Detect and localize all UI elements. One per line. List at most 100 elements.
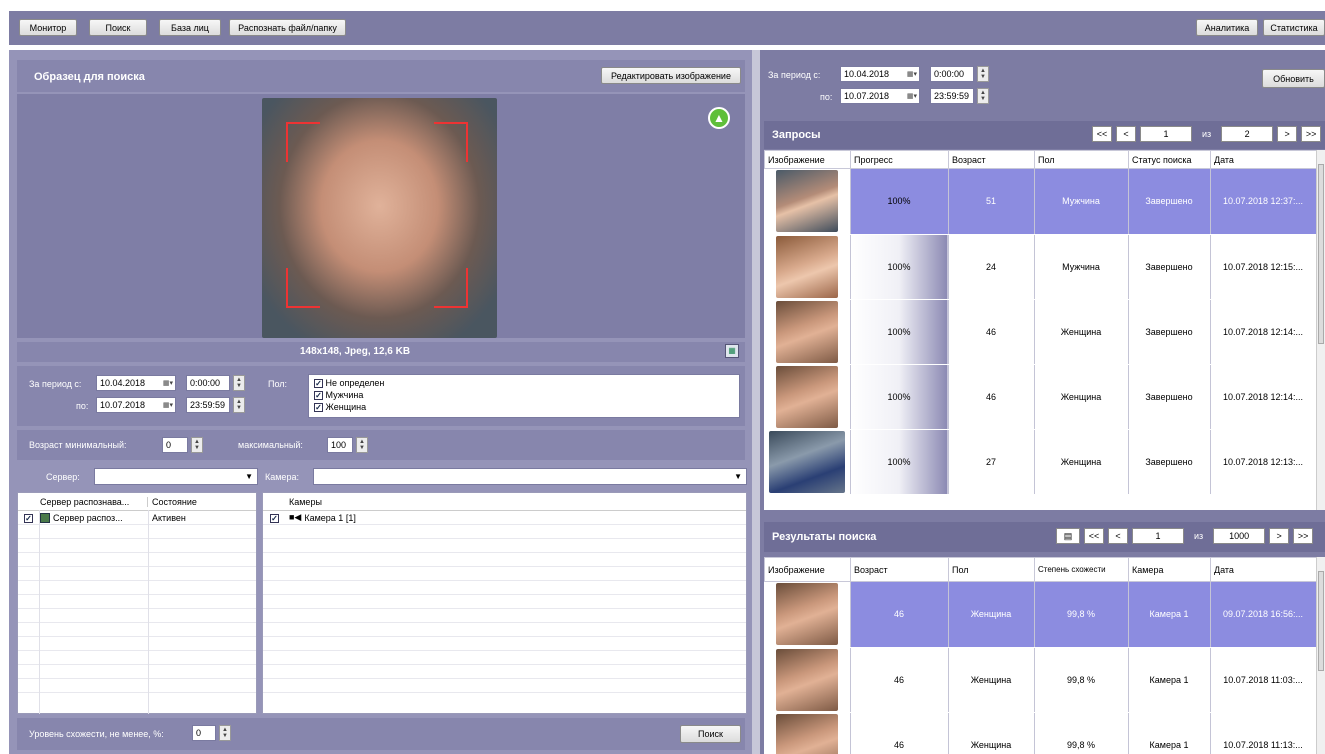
table-row[interactable]: 100% 24 Мужчина Завершено 10.07.2018 12:… bbox=[764, 234, 1316, 300]
col-header[interactable]: Возраст bbox=[850, 557, 949, 582]
age-max-field[interactable]: 100 bbox=[327, 437, 353, 453]
search-button[interactable]: Поиск bbox=[680, 725, 741, 743]
next-page-button[interactable]: > bbox=[1269, 528, 1290, 544]
calendar-icon[interactable]: ▦▾ bbox=[163, 379, 175, 387]
checkbox[interactable]: ✓ bbox=[314, 379, 323, 389]
request-thumbnail bbox=[768, 430, 845, 493]
table-row[interactable]: 46 Женщина 99,8 % Камера 1 10.07.2018 11… bbox=[764, 647, 1316, 713]
right-from-date-field[interactable]: 10.04.2018 ▦▾ bbox=[840, 66, 920, 82]
server-col-name[interactable]: Сервер распознава... bbox=[40, 496, 148, 507]
age-min-spinner[interactable]: ▲ ▼ bbox=[191, 437, 203, 453]
server-col-state[interactable]: Состояние bbox=[148, 497, 197, 507]
age-max-spinner[interactable]: ▲ ▼ bbox=[356, 437, 368, 453]
last-page-button[interactable]: >> bbox=[1301, 126, 1322, 142]
table-row[interactable]: 100% 51 Мужчина Завершено 10.07.2018 12:… bbox=[764, 169, 1316, 235]
age-cell: 46 bbox=[850, 647, 949, 713]
search-tab-button[interactable]: Поиск bbox=[89, 19, 147, 36]
from-time-spinner[interactable]: ▲ ▼ bbox=[233, 375, 245, 391]
col-header[interactable]: Статус поиска bbox=[1128, 150, 1211, 169]
age-min-field[interactable]: 0 bbox=[162, 437, 188, 453]
gender-option-undefined[interactable]: ✓ Не определен bbox=[314, 377, 734, 389]
to-time-field[interactable]: 23:59:59 bbox=[186, 397, 230, 413]
first-page-button[interactable]: << bbox=[1092, 126, 1112, 142]
refresh-button[interactable]: Обновить bbox=[1262, 69, 1325, 88]
table-row[interactable]: 100% 46 Женщина Завершено 10.07.2018 12:… bbox=[764, 364, 1316, 430]
splitter[interactable] bbox=[752, 50, 760, 754]
age-cell: 46 bbox=[850, 582, 949, 648]
last-page-button[interactable]: >> bbox=[1293, 528, 1314, 544]
col-header[interactable]: Прогресс bbox=[850, 150, 949, 169]
calendar-icon[interactable]: ▦▾ bbox=[907, 92, 919, 100]
col-header[interactable]: Возраст bbox=[948, 150, 1035, 169]
age-min-label: Возраст минимальный: bbox=[29, 440, 127, 450]
to-date-field[interactable]: 10.07.2018 ▦▾ bbox=[96, 397, 176, 413]
table-row[interactable]: 100% 27 Женщина Завершено 10.07.2018 12:… bbox=[764, 429, 1316, 495]
prev-page-button[interactable]: < bbox=[1116, 126, 1136, 142]
right-to-time-value: 23:59:59 bbox=[934, 91, 970, 101]
server-row[interactable]: ✓ Сервер распоз... Активен bbox=[18, 511, 256, 525]
monitor-button[interactable]: Монитор bbox=[19, 19, 77, 36]
to-time-spinner[interactable]: ▲ ▼ bbox=[233, 397, 245, 413]
export-icon[interactable]: ▤ bbox=[1056, 528, 1080, 544]
next-page-button[interactable]: > bbox=[1277, 126, 1298, 142]
gender-cell: Женщина bbox=[948, 647, 1035, 713]
similarity-field[interactable]: 0 bbox=[192, 725, 216, 741]
results-scrollbar[interactable] bbox=[1316, 557, 1325, 754]
col-header[interactable]: Изображение bbox=[764, 557, 851, 582]
scrollbar-thumb[interactable] bbox=[1318, 164, 1324, 344]
camera-row[interactable]: ✓ ■◀ Камера 1 [1] bbox=[263, 511, 746, 525]
right-from-time-field[interactable]: 0:00:00 bbox=[930, 66, 974, 82]
server-list-header: Сервер распознава... Состояние bbox=[18, 493, 256, 511]
right-from-time-spinner[interactable]: ▲ ▼ bbox=[977, 66, 989, 82]
table-row[interactable]: 46 Женщина 99,8 % Камера 1 10.07.2018 11… bbox=[764, 712, 1316, 754]
server-icon bbox=[40, 512, 50, 523]
save-image-icon[interactable]: ▦ bbox=[725, 344, 739, 358]
statistics-button[interactable]: Статистика bbox=[1263, 19, 1325, 36]
checkbox[interactable]: ✓ bbox=[314, 391, 323, 401]
checkbox[interactable]: ✓ bbox=[270, 513, 279, 523]
server-select[interactable]: ▼ bbox=[94, 468, 258, 485]
right-to-date-field[interactable]: 10.07.2018 ▦▾ bbox=[840, 88, 920, 104]
requests-pager: << < 1 из 2 > >> bbox=[1092, 126, 1322, 142]
analytics-button[interactable]: Аналитика bbox=[1196, 19, 1258, 36]
gender-list: ✓ Не определен ✓ Мужчина ✓ Женщина bbox=[308, 374, 740, 418]
similarity-spinner[interactable]: ▲ ▼ bbox=[219, 725, 231, 741]
page-input[interactable]: 1 bbox=[1132, 528, 1184, 544]
calendar-icon[interactable]: ▦▾ bbox=[907, 70, 919, 78]
from-time-field[interactable]: 0:00:00 bbox=[186, 375, 230, 391]
status-cell: Завершено bbox=[1128, 429, 1211, 495]
table-row[interactable]: 46 Женщина 99,8 % Камера 1 09.07.2018 16… bbox=[764, 582, 1316, 648]
gender-cell: Мужчина bbox=[1034, 234, 1129, 300]
prev-page-button[interactable]: < bbox=[1108, 528, 1128, 544]
page-input[interactable]: 1 bbox=[1140, 126, 1192, 142]
edit-image-button[interactable]: Редактировать изображение bbox=[601, 67, 741, 84]
period-from-label: За период с: bbox=[29, 379, 82, 389]
gender-option-male[interactable]: ✓ Мужчина bbox=[314, 389, 734, 401]
camera-select[interactable]: ▼ bbox=[313, 468, 747, 485]
to-time-value: 23:59:59 bbox=[190, 400, 226, 410]
col-header[interactable]: Пол bbox=[1034, 150, 1129, 169]
right-to-time-spinner[interactable]: ▲ ▼ bbox=[977, 88, 989, 104]
col-header[interactable]: Степень схожести bbox=[1034, 557, 1129, 582]
gender-option-female[interactable]: ✓ Женщина bbox=[314, 401, 734, 413]
sample-title: Образец для поиска bbox=[34, 71, 145, 83]
col-header[interactable]: Дата bbox=[1210, 150, 1316, 169]
facebase-button[interactable]: База лиц bbox=[159, 19, 221, 36]
col-header[interactable]: Дата bbox=[1210, 557, 1316, 582]
col-header[interactable]: Камера bbox=[1128, 557, 1211, 582]
requests-scrollbar[interactable] bbox=[1316, 150, 1325, 510]
first-page-button[interactable]: << bbox=[1084, 528, 1104, 544]
col-header[interactable]: Пол bbox=[948, 557, 1035, 582]
calendar-icon[interactable]: ▦▾ bbox=[163, 401, 175, 409]
col-header[interactable]: Изображение bbox=[764, 150, 851, 169]
camera-col-name[interactable]: Камеры bbox=[289, 497, 322, 507]
table-row[interactable]: 100% 46 Женщина Завершено 10.07.2018 12:… bbox=[764, 299, 1316, 365]
recognize-file-button[interactable]: Распознать файл/папку bbox=[229, 19, 346, 36]
checkbox[interactable]: ✓ bbox=[314, 403, 323, 413]
checkbox[interactable]: ✓ bbox=[24, 513, 33, 523]
gender-cell: Женщина bbox=[948, 582, 1035, 648]
from-date-field[interactable]: 10.04.2018 ▦▾ bbox=[96, 375, 176, 391]
right-to-time-field[interactable]: 23:59:59 bbox=[930, 88, 974, 104]
from-time-value: 0:00:00 bbox=[190, 378, 221, 388]
scrollbar-thumb[interactable] bbox=[1318, 571, 1324, 671]
